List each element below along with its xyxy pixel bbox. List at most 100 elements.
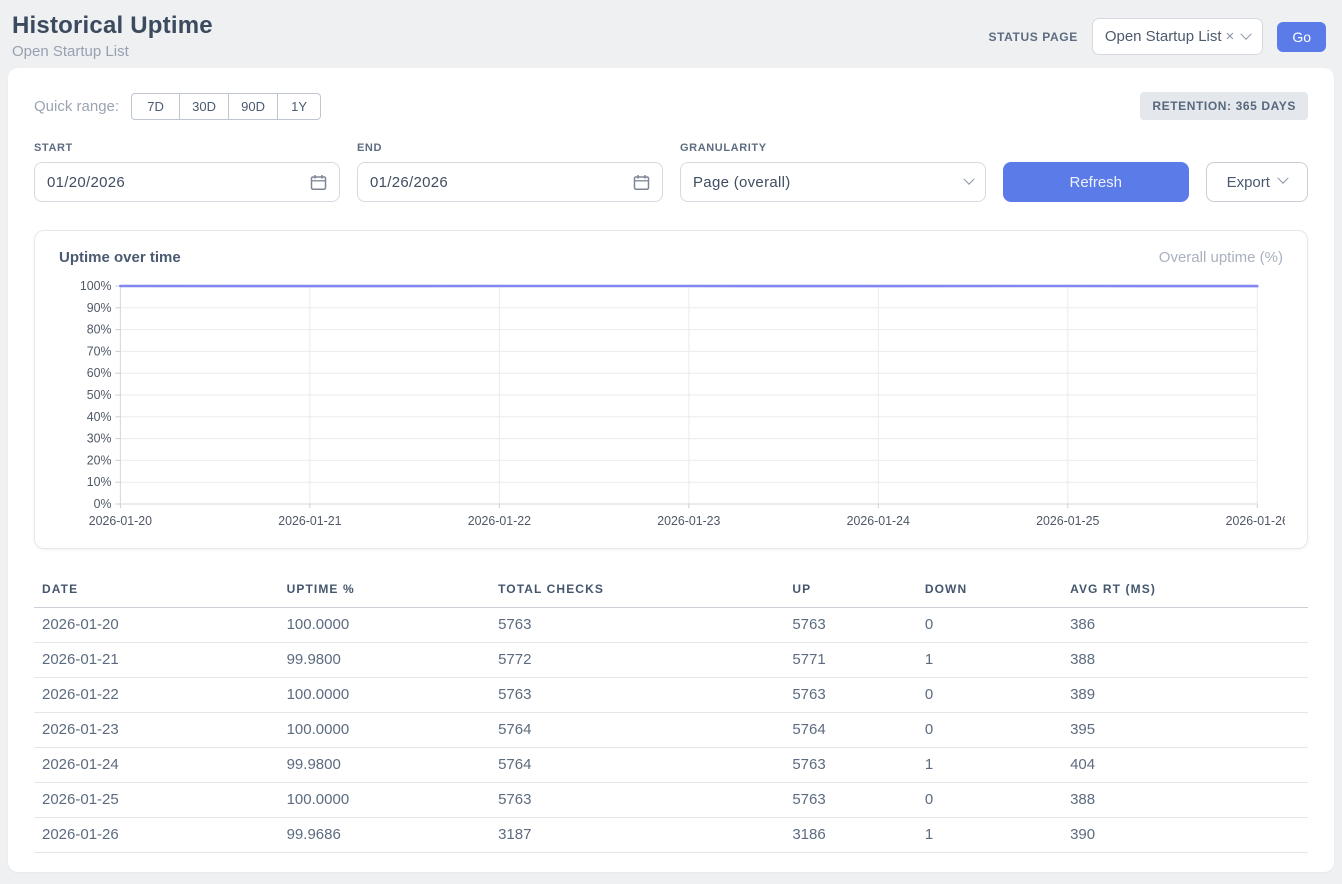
column-header: DOWN [917, 573, 1062, 608]
table-cell: 389 [1062, 678, 1308, 713]
refresh-button[interactable]: Refresh [1003, 162, 1189, 202]
table-cell: 2026-01-26 [34, 818, 279, 853]
table-cell: 386 [1062, 608, 1308, 643]
end-date-value: 01/26/2026 [370, 174, 448, 191]
start-date-value: 01/20/2026 [47, 174, 125, 191]
uptime-table: DATEUPTIME %TOTAL CHECKSUPDOWNAVG RT (MS… [34, 573, 1308, 853]
granularity-selected-value: Page (overall) [693, 174, 791, 191]
table-cell: 0 [917, 608, 1062, 643]
svg-text:0%: 0% [94, 497, 112, 511]
start-date-input[interactable]: 01/20/2026 [34, 162, 340, 202]
table-header: DATEUPTIME %TOTAL CHECKSUPDOWNAVG RT (MS… [34, 573, 1308, 608]
table-cell: 5763 [784, 783, 916, 818]
svg-text:20%: 20% [87, 453, 112, 467]
table-cell: 404 [1062, 748, 1308, 783]
table-cell: 99.9800 [279, 748, 490, 783]
quick-range-button-90d[interactable]: 90D [229, 93, 278, 120]
svg-text:50%: 50% [87, 388, 112, 402]
table-cell: 100.0000 [279, 608, 490, 643]
go-button[interactable]: Go [1277, 22, 1326, 52]
chevron-down-icon [963, 174, 974, 185]
clear-selection-icon[interactable]: × [1226, 28, 1235, 45]
table-cell: 1 [917, 818, 1062, 853]
calendar-icon[interactable] [633, 174, 650, 191]
table-cell: 5771 [784, 643, 916, 678]
svg-text:2026-01-21: 2026-01-21 [278, 514, 341, 528]
calendar-icon[interactable] [310, 174, 327, 191]
granularity-group: GRANULARITY Page (overall) [680, 142, 986, 202]
quick-range-button-1y[interactable]: 1Y [278, 93, 321, 120]
table-row: 2026-01-2199.9800577257711388 [34, 643, 1308, 678]
end-date-group: END 01/26/2026 [357, 142, 663, 202]
table-cell: 100.0000 [279, 783, 490, 818]
chart-title: Uptime over time [59, 249, 181, 266]
column-header: AVG RT (MS) [1062, 573, 1308, 608]
table-cell: 5764 [490, 713, 784, 748]
status-page-select[interactable]: Open Startup List × [1092, 18, 1264, 55]
table-cell: 5763 [784, 678, 916, 713]
table-cell: 2026-01-25 [34, 783, 279, 818]
uptime-chart-card: Uptime over time Overall uptime (%) 0% 10… [34, 230, 1308, 549]
table-cell: 5763 [490, 608, 784, 643]
table-cell: 5764 [784, 713, 916, 748]
svg-text:2026-01-22: 2026-01-22 [468, 514, 531, 528]
table-cell: 100.0000 [279, 678, 490, 713]
end-date-input[interactable]: 01/26/2026 [357, 162, 663, 202]
status-page-selected-value: Open Startup List [1105, 28, 1222, 45]
svg-text:30%: 30% [87, 432, 112, 446]
table-cell: 99.9686 [279, 818, 490, 853]
table-cell: 100.0000 [279, 713, 490, 748]
export-button[interactable]: Export [1206, 162, 1308, 202]
table-cell: 0 [917, 783, 1062, 818]
table-cell: 5763 [490, 783, 784, 818]
table-cell: 388 [1062, 783, 1308, 818]
table-cell: 2026-01-22 [34, 678, 279, 713]
quick-range-button-30d[interactable]: 30D [180, 93, 229, 120]
table-row: 2026-01-25100.0000576357630388 [34, 783, 1308, 818]
table-cell: 5772 [490, 643, 784, 678]
header-controls: STATUS PAGE Open Startup List × Go [989, 12, 1326, 55]
chevron-down-icon [1241, 28, 1252, 39]
quick-range-button-group: 7D30D90D1Y [131, 93, 321, 120]
column-header: TOTAL CHECKS [490, 573, 784, 608]
table-cell: 2026-01-21 [34, 643, 279, 678]
column-header: DATE [34, 573, 279, 608]
svg-text:2026-01-25: 2026-01-25 [1036, 514, 1099, 528]
table-row: 2026-01-20100.0000576357630386 [34, 608, 1308, 643]
svg-text:60%: 60% [87, 366, 112, 380]
chart-legend: Overall uptime (%) [1159, 249, 1283, 266]
table-cell: 5763 [784, 608, 916, 643]
table-cell: 388 [1062, 643, 1308, 678]
chevron-down-icon [1277, 172, 1288, 183]
page-heading: Historical Uptime Open Startup List [12, 12, 213, 60]
page-header: Historical Uptime Open Startup List STAT… [0, 0, 1342, 68]
granularity-select[interactable]: Page (overall) [680, 162, 986, 202]
svg-text:2026-01-23: 2026-01-23 [657, 514, 720, 528]
table-cell: 99.9800 [279, 643, 490, 678]
svg-text:40%: 40% [87, 410, 112, 424]
table-cell: 395 [1062, 713, 1308, 748]
svg-text:80%: 80% [87, 323, 112, 337]
uptime-line-chart: 0%10%20%30%40%50%60%70%80%90%100%2026-01… [57, 276, 1285, 538]
end-date-label: END [357, 142, 663, 154]
table-cell: 390 [1062, 818, 1308, 853]
svg-text:90%: 90% [87, 301, 112, 315]
filters-row: START 01/20/2026 END 01/26/2026 [34, 142, 1308, 202]
svg-text:2026-01-26: 2026-01-26 [1226, 514, 1285, 528]
export-button-label: Export [1227, 174, 1270, 191]
table-row: 2026-01-2499.9800576457631404 [34, 748, 1308, 783]
start-date-group: START 01/20/2026 [34, 142, 340, 202]
chart-header: Uptime over time Overall uptime (%) [57, 249, 1285, 266]
quick-range-label: Quick range: [34, 98, 119, 115]
quick-range-button-7d[interactable]: 7D [131, 93, 180, 120]
table-row: 2026-01-2699.9686318731861390 [34, 818, 1308, 853]
table-cell: 5764 [490, 748, 784, 783]
granularity-label: GRANULARITY [680, 142, 986, 154]
table-row: 2026-01-22100.0000576357630389 [34, 678, 1308, 713]
svg-text:2026-01-20: 2026-01-20 [89, 514, 152, 528]
table-row: 2026-01-23100.0000576457640395 [34, 713, 1308, 748]
main-panel: Quick range: 7D30D90D1Y RETENTION: 365 D… [8, 68, 1334, 872]
svg-text:10%: 10% [87, 475, 112, 489]
table-cell: 5763 [490, 678, 784, 713]
svg-text:100%: 100% [80, 279, 112, 293]
